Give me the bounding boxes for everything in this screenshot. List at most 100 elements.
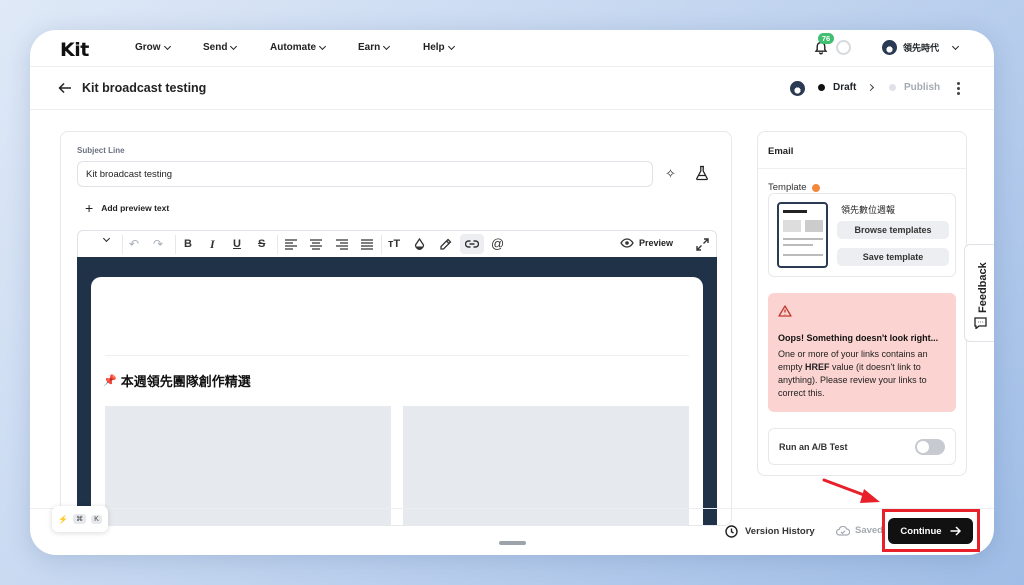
step-publish-label: Publish xyxy=(904,82,941,93)
step-publish[interactable]: Publish xyxy=(889,82,940,93)
template-card: 領先數位週報 Browse templates Save template xyxy=(768,193,956,277)
chevron-right-icon xyxy=(866,83,875,92)
toolbar-divider xyxy=(277,235,278,254)
template-label-text: Template xyxy=(768,182,807,193)
chevron-down-icon xyxy=(163,42,171,50)
kit-logo[interactable]: Kit xyxy=(60,39,89,61)
ab-test-row: Run an A/B Test xyxy=(768,428,956,465)
nav-help[interactable]: Help xyxy=(423,42,455,53)
template-thumbnail[interactable] xyxy=(777,202,828,268)
nav-send[interactable]: Send xyxy=(203,42,238,53)
email-settings-panel: Email Template 領先數位週報 Browse templates S… xyxy=(757,131,967,476)
avatar xyxy=(882,40,897,55)
user-menu[interactable]: 領先時代 xyxy=(882,40,960,55)
preview-button[interactable]: Preview xyxy=(620,238,673,248)
browse-templates-button[interactable]: Browse templates xyxy=(837,221,949,239)
align-center-icon[interactable] xyxy=(310,239,322,250)
ai-sparkle-icon[interactable]: ✧ xyxy=(665,166,676,182)
footer-divider xyxy=(30,508,994,509)
ab-test-label: Run an A/B Test xyxy=(779,442,848,452)
bold-icon[interactable]: B xyxy=(184,237,192,251)
content-heading-text: 本週領先團隊創作精選 xyxy=(120,375,251,390)
warning-icon xyxy=(778,305,792,317)
content-heading[interactable]: 📌 本週領先團隊創作精選 xyxy=(103,371,251,390)
cmd-key: ⌘ xyxy=(73,514,87,524)
redo-icon[interactable]: ↷ xyxy=(153,237,163,251)
pushpin-icon: 📌 xyxy=(103,374,117,387)
add-preview-text-label: Add preview text xyxy=(101,203,170,213)
more-options-icon[interactable] xyxy=(957,82,960,95)
preview-label: Preview xyxy=(639,238,674,248)
arrow-right-icon xyxy=(950,526,961,536)
template-name: 領先數位週報 xyxy=(841,206,896,216)
clock-icon xyxy=(725,525,738,538)
chevron-down-icon xyxy=(230,42,238,50)
save-template-button[interactable]: Save template xyxy=(837,248,949,266)
chevron-down-icon xyxy=(319,42,327,50)
font-size-icon[interactable]: тT xyxy=(388,237,400,251)
mention-icon[interactable]: @ xyxy=(491,237,504,251)
formatting-toolbar: ↶ ↷ B I U S тT @ Preview xyxy=(77,230,717,257)
user-name: 領先時代 xyxy=(903,44,940,54)
saved-status: Saved xyxy=(836,525,883,536)
annotation-arrow-icon xyxy=(822,478,880,503)
chevron-down-icon xyxy=(951,42,960,50)
text-color-icon[interactable] xyxy=(414,238,425,251)
content-divider xyxy=(105,355,689,356)
align-right-icon[interactable] xyxy=(336,239,348,250)
chevron-down-icon xyxy=(447,42,455,50)
step-draft[interactable]: Draft xyxy=(818,82,856,93)
italic-icon[interactable]: I xyxy=(210,237,215,251)
continue-label: Continue xyxy=(900,525,942,537)
align-justify-icon[interactable] xyxy=(361,239,373,250)
eye-icon xyxy=(620,238,634,248)
feedback-label: Feedback xyxy=(977,262,989,313)
nav-grow[interactable]: Grow xyxy=(135,42,171,53)
plus-icon: + xyxy=(85,200,94,216)
add-preview-text-button[interactable]: + Add preview text xyxy=(85,200,170,216)
keyboard-shortcut-hint[interactable]: ⚡ ⌘ K xyxy=(52,506,108,532)
progress-ring-icon[interactable] xyxy=(836,40,851,55)
step-draft-label: Draft xyxy=(833,82,857,93)
nav-automate[interactable]: Automate xyxy=(270,42,327,53)
toolbar-divider xyxy=(122,235,123,254)
lightning-icon: ⚡ xyxy=(58,514,69,524)
drag-handle[interactable] xyxy=(499,541,526,545)
nav-send-label: Send xyxy=(203,42,228,53)
email-content-card[interactable]: 📌 本週領先團隊創作精選 xyxy=(91,277,703,525)
expand-icon[interactable] xyxy=(696,238,709,251)
version-history-button[interactable]: Version History xyxy=(725,525,815,538)
k-key: K xyxy=(91,514,102,524)
chevron-down-icon xyxy=(383,42,391,50)
strikethrough-icon[interactable]: S xyxy=(258,237,265,251)
page-title: Kit broadcast testing xyxy=(82,81,207,95)
email-canvas: 📌 本週領先團隊創作精選 xyxy=(77,257,717,525)
alert-body-bold: HREF xyxy=(805,362,830,372)
version-history-label: Version History xyxy=(745,526,815,537)
flask-icon[interactable] xyxy=(695,165,709,181)
alert-title: Oops! Something doesn't look right... xyxy=(778,333,939,343)
nav-divider xyxy=(30,66,994,67)
ab-test-toggle[interactable] xyxy=(915,439,945,455)
highlighter-icon[interactable] xyxy=(439,238,452,251)
align-left-icon[interactable] xyxy=(285,239,297,250)
feedback-tab[interactable]: Feedback xyxy=(964,244,994,342)
undo-icon[interactable]: ↶ xyxy=(129,237,139,251)
email-editor: Subject Line ✧ + Add preview text ↶ ↷ B … xyxy=(60,131,732,526)
link-icon[interactable] xyxy=(465,239,479,249)
chat-icon xyxy=(974,317,987,329)
avatar xyxy=(790,81,805,96)
status-dot xyxy=(811,183,820,192)
cloud-check-icon xyxy=(836,525,850,536)
link-warning-alert: Oops! Something doesn't look right... On… xyxy=(768,293,956,412)
template-label: Template xyxy=(768,182,820,193)
saved-label: Saved xyxy=(855,525,883,536)
nav-help-label: Help xyxy=(423,42,445,53)
toolbar-divider xyxy=(381,235,382,254)
back-arrow-icon[interactable] xyxy=(58,82,72,94)
underline-icon[interactable]: U xyxy=(233,237,241,251)
block-type-dropdown-icon[interactable] xyxy=(102,234,111,243)
subject-line-input[interactable] xyxy=(77,161,653,187)
continue-button[interactable]: Continue xyxy=(888,518,973,544)
nav-earn[interactable]: Earn xyxy=(358,42,391,53)
